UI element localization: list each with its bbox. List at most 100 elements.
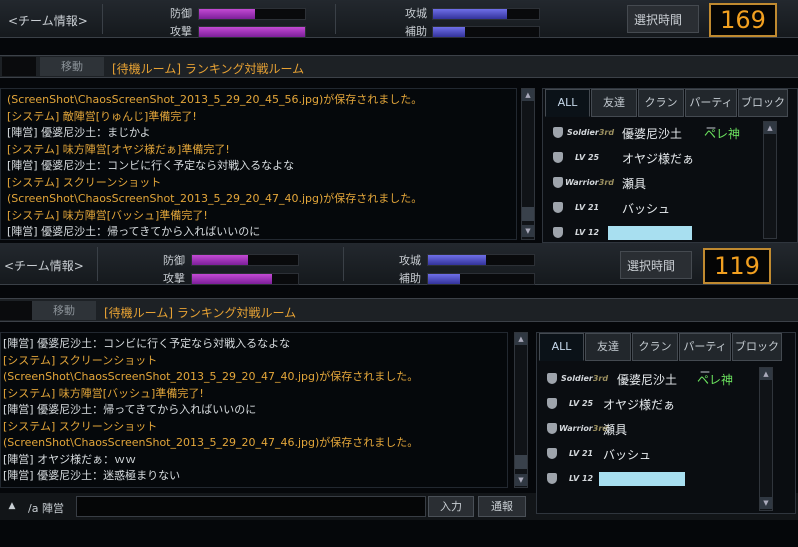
select-timer: 169 [709, 3, 777, 37]
player-row[interactable]: Soldier3rd 優婆尼沙土 ペレ神 [537, 367, 795, 391]
chat-line: [陣営] 優婆尼沙土：帰ってきてから入ればいいのに [3, 403, 257, 416]
player-name: 優婆尼沙土 [622, 127, 683, 141]
attack-label: 攻撃 [163, 272, 185, 285]
support-label: 補助 [405, 25, 427, 38]
rank-badge: LV 25 [575, 153, 600, 162]
chat-line: [システム] スクリーンショット [7, 175, 162, 189]
player-list-scrollbar[interactable]: ▲ [763, 121, 777, 239]
channel-toggle-arrow[interactable]: ▲ [6, 500, 18, 512]
rank-badge: Warrior3rd [565, 178, 615, 187]
scroll-thumb[interactable] [522, 207, 534, 221]
rank-badge: Soldier3rd [561, 374, 609, 383]
shield-icon [547, 473, 557, 484]
scroll-up-arrow[interactable]: ▲ [522, 89, 534, 101]
player-name: 瀬具 [603, 423, 628, 437]
siege-label: 攻城 [405, 7, 427, 20]
defense-label: 防御 [170, 7, 192, 20]
chat-channel[interactable]: /a 陣営 [28, 500, 64, 516]
chat-scrollbar[interactable]: ▲ ▼ [521, 88, 535, 240]
attack-gauge [191, 273, 299, 285]
attack-gauge [198, 26, 306, 38]
shield-icon [547, 448, 557, 459]
tab-friends[interactable]: 友達 [585, 333, 631, 361]
select-timer: 119 [703, 248, 771, 284]
scroll-up-arrow[interactable]: ▲ [515, 333, 527, 345]
chat-line: [システム] スクリーンショット [3, 419, 158, 433]
player-name: 瀬具 [622, 177, 647, 191]
rank-badge: LV 21 [575, 203, 600, 212]
chat-line: [陣営] 優婆尼沙土：帰ってきてから入ればいいのに [7, 225, 261, 238]
move-button[interactable]: 移動 [40, 57, 104, 76]
attack-fill [199, 27, 305, 37]
player-name: オヤジ様だぁ [622, 152, 695, 166]
player-name: バッシュ [622, 202, 671, 216]
player-row[interactable]: LV 12 [537, 467, 795, 491]
screenshot-top: <チーム情報> 防御 攻撃 攻城 補助 選択時間 169 移動 [待機ルーム] … [0, 0, 798, 243]
shield-icon [547, 373, 557, 384]
tab-all[interactable]: ALL [545, 89, 590, 117]
room-slot [2, 57, 36, 76]
move-button[interactable]: 移動 [32, 301, 96, 320]
player-row[interactable]: LV 12 [543, 221, 797, 243]
siege-fill [433, 9, 508, 19]
screenshot-bottom: <チーム情報> 防御 攻撃 攻城 補助 選択時間 119 移動 [待機ルーム] … [0, 243, 798, 547]
player-row[interactable]: LV 25 オヤジ様だぁ [537, 392, 795, 416]
shield-icon [547, 423, 557, 434]
team-info-bar: <チーム情報> 防御 攻撃 攻城 補助 選択時間 119 [0, 243, 798, 285]
scroll-thumb[interactable] [515, 455, 527, 469]
shield-icon [553, 127, 563, 138]
team-info-toggle[interactable]: <チーム情報> [8, 12, 88, 29]
shield-icon [553, 227, 563, 238]
chat-log: (ScreenShot\ChaosScreenShot_2013_5_29_20… [0, 88, 517, 240]
scroll-up-arrow[interactable]: ▲ [760, 368, 772, 380]
player-row[interactable]: Warrior3rd 瀬具 [543, 171, 797, 195]
scroll-down-arrow[interactable]: ▼ [760, 497, 772, 509]
player-list-scrollbar[interactable]: ▲ ▼ [759, 367, 773, 511]
scroll-down-arrow[interactable]: ▼ [522, 225, 534, 237]
shield-icon [553, 202, 563, 213]
tab-friends[interactable]: 友達 [591, 89, 637, 117]
defense-fill [192, 255, 249, 265]
player-list-tabs: ALL 友達 クラン パーティー ブロック [537, 333, 795, 379]
enter-button[interactable]: 入力 [428, 496, 474, 517]
player-row[interactable]: LV 21 バッシュ [537, 442, 795, 466]
player-row[interactable]: LV 21 バッシュ [543, 196, 797, 220]
room-title: [待機ルーム] ランキング対戦ルーム [112, 62, 305, 76]
rank-badge: LV 12 [569, 474, 594, 483]
tab-all[interactable]: ALL [539, 333, 584, 361]
tab-block[interactable]: ブロック [732, 333, 782, 361]
team-info-bar: <チーム情報> 防御 攻撃 攻城 補助 選択時間 169 [0, 0, 798, 38]
tab-clan[interactable]: クラン [638, 89, 684, 117]
chat-line: [陣営] 優婆尼沙土：コンビに行く予定なら対戦入るなよな [3, 337, 291, 350]
team-info-toggle[interactable]: <チーム情報> [4, 257, 84, 274]
support-gauge [427, 273, 535, 285]
tab-clan[interactable]: クラン [632, 333, 678, 361]
report-button[interactable]: 通報 [478, 496, 526, 517]
chat-line: [システム] 味方陣営[バッシュ]準備完了! [3, 386, 204, 400]
rank-badge: LV 12 [575, 228, 600, 237]
chat-input[interactable] [76, 496, 426, 517]
siege-gauge [432, 8, 540, 20]
player-row[interactable]: Warrior3rd 瀬具 [537, 417, 795, 441]
player-row[interactable]: LV 25 オヤジ様だぁ [543, 146, 797, 170]
siege-gauge [427, 254, 535, 266]
tab-party[interactable]: パーティー [685, 89, 737, 135]
tab-party[interactable]: パーティー [679, 333, 731, 379]
chat-scrollbar[interactable]: ▲ ▼ [514, 332, 528, 488]
siege-fill [428, 255, 487, 265]
scroll-down-arrow[interactable]: ▼ [515, 474, 527, 486]
attack-label: 攻撃 [170, 25, 192, 38]
player-list-tabs: ALL 友達 クラン パーティー ブロック [543, 89, 797, 135]
defense-gauge [198, 8, 306, 20]
rank-badge: Warrior3rd [559, 424, 609, 433]
select-time-label: 選択時間 [620, 251, 692, 279]
room-bar: 移動 [待機ルーム] ランキング対戦ルーム [0, 55, 798, 78]
room-slot [0, 301, 34, 320]
rank-badge: LV 21 [569, 449, 594, 458]
player-row[interactable]: Soldier3rd 優婆尼沙土 ペレ神 [543, 121, 797, 145]
tab-block[interactable]: ブロック [738, 89, 788, 117]
chat-line: (ScreenShot\ChaosScreenShot_2013_5_29_20… [7, 93, 423, 106]
chat-line: [陣営] 優婆尼沙土：迷惑極まりない [3, 469, 181, 482]
redacted-name [608, 226, 692, 240]
scroll-up-arrow[interactable]: ▲ [764, 122, 776, 134]
